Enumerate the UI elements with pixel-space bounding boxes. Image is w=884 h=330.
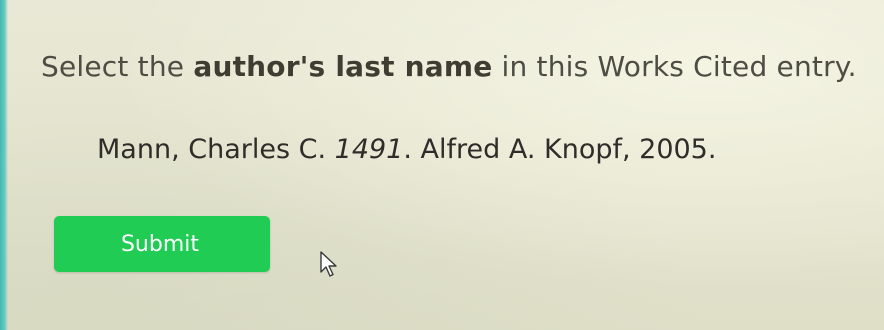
question-suffix: in this Works Cited entry. — [492, 50, 857, 83]
works-cited-entry: Mann, Charles C. 1491. Alfred A. Knopf, … — [97, 134, 716, 165]
author-first-names[interactable]: , Charles C. — [171, 134, 335, 165]
left-accent-bar — [0, 0, 8, 330]
question-emphasis: author's last name — [193, 50, 493, 83]
author-last-name[interactable]: Mann — [97, 134, 171, 165]
question-prompt: Select the author's last name in this Wo… — [41, 50, 857, 83]
submit-button-label: Submit — [120, 231, 200, 257]
question-prefix: Select the — [41, 50, 194, 83]
entry-publication-info[interactable]: . Alfred A. Knopf, 2005. — [403, 134, 716, 165]
arrow-pointer-icon — [320, 251, 337, 277]
submit-button[interactable]: Submit — [54, 216, 270, 272]
entry-title[interactable]: 1491 — [335, 134, 404, 165]
